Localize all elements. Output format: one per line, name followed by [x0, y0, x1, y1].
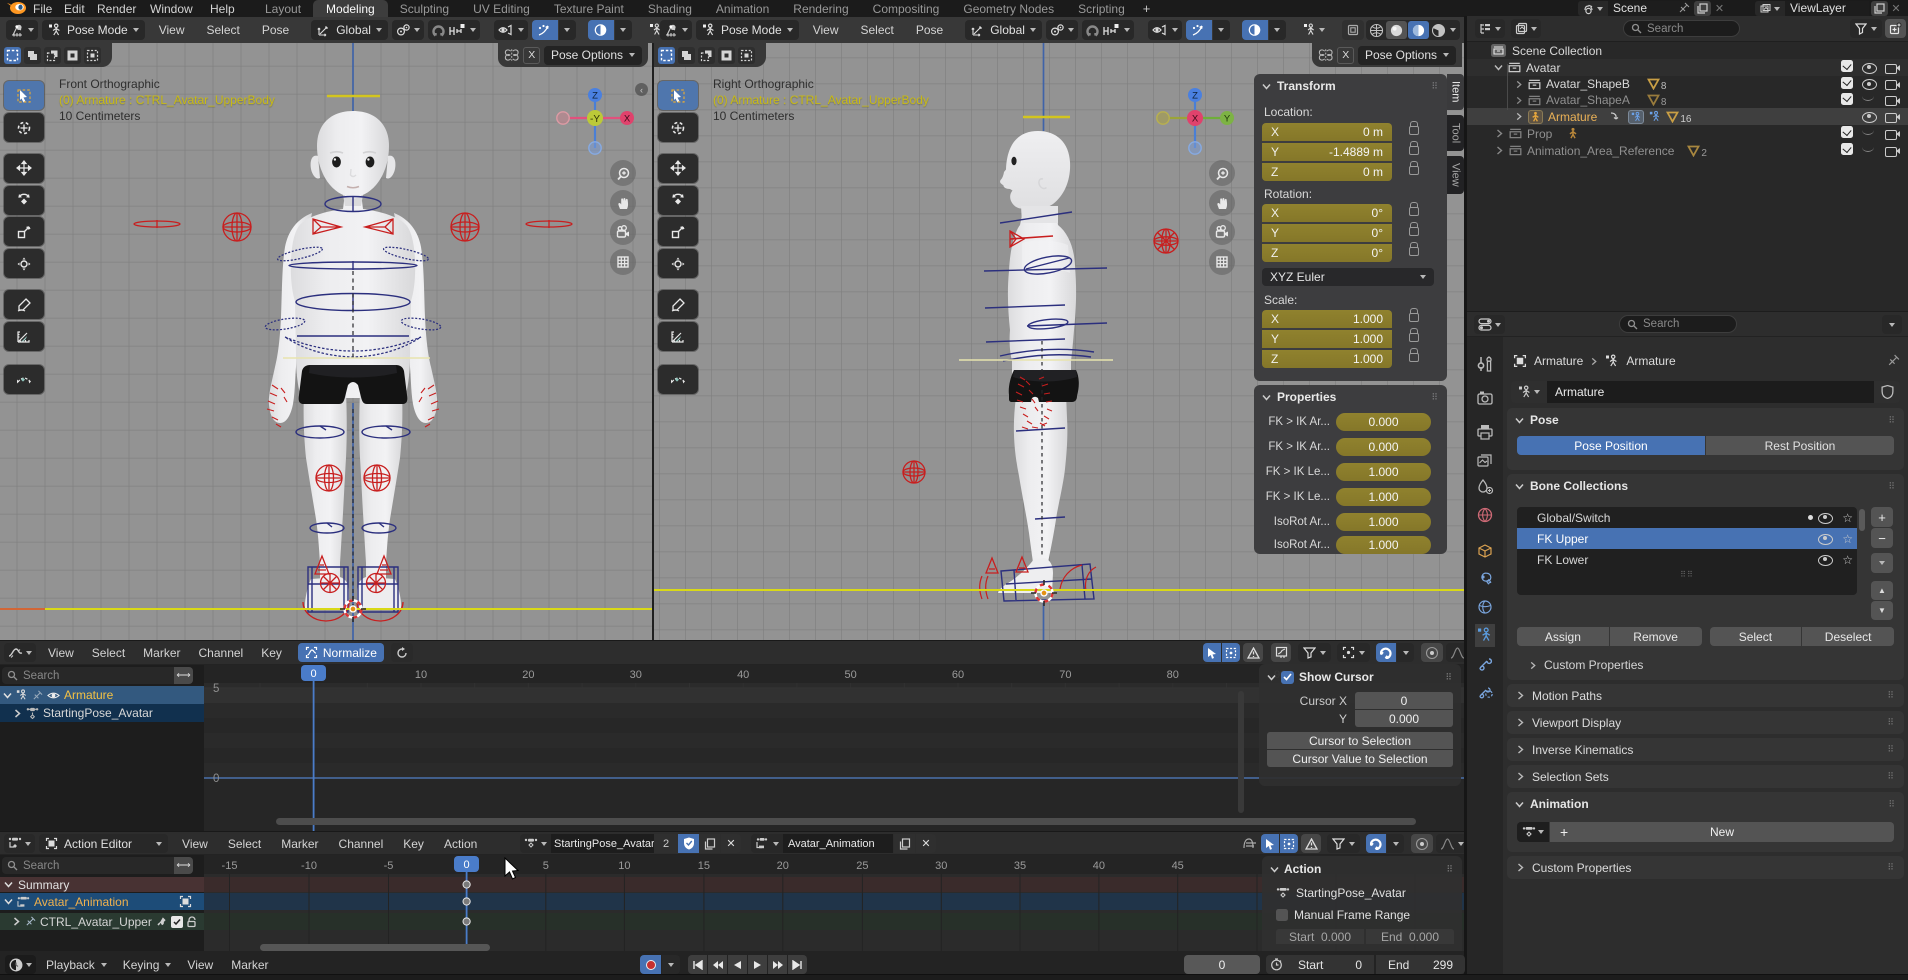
svg-text:5: 5 — [213, 683, 219, 695]
svg-text:10: 10 — [618, 860, 630, 872]
svg-text:30: 30 — [935, 860, 947, 872]
svg-text:20: 20 — [522, 669, 534, 681]
svg-text:60: 60 — [952, 669, 964, 681]
svg-text:40: 40 — [737, 669, 749, 681]
svg-text:-Y: -Y — [590, 114, 600, 125]
svg-text:80: 80 — [1167, 669, 1179, 681]
svg-text:0: 0 — [213, 773, 219, 785]
svg-text:0: 0 — [464, 859, 470, 871]
svg-text:-15: -15 — [222, 860, 238, 872]
svg-text:-10: -10 — [301, 860, 317, 872]
svg-text:20: 20 — [777, 860, 789, 872]
svg-text:30: 30 — [630, 669, 642, 681]
svg-text:40: 40 — [1093, 860, 1105, 872]
svg-text:Y: Y — [1224, 114, 1231, 125]
svg-text:25: 25 — [856, 860, 868, 872]
svg-text:X: X — [624, 114, 631, 125]
svg-text:70: 70 — [1059, 669, 1071, 681]
svg-text:45: 45 — [1172, 860, 1184, 872]
svg-text:Z: Z — [592, 91, 598, 102]
svg-text:35: 35 — [1014, 860, 1026, 872]
svg-text:15: 15 — [698, 860, 710, 872]
svg-text:Z: Z — [1192, 91, 1198, 102]
svg-text:0: 0 — [311, 668, 317, 680]
svg-text:-5: -5 — [384, 860, 394, 872]
svg-text:X: X — [1192, 114, 1199, 125]
svg-text:50: 50 — [844, 669, 856, 681]
svg-text:5: 5 — [543, 860, 549, 872]
svg-text:10: 10 — [415, 669, 427, 681]
